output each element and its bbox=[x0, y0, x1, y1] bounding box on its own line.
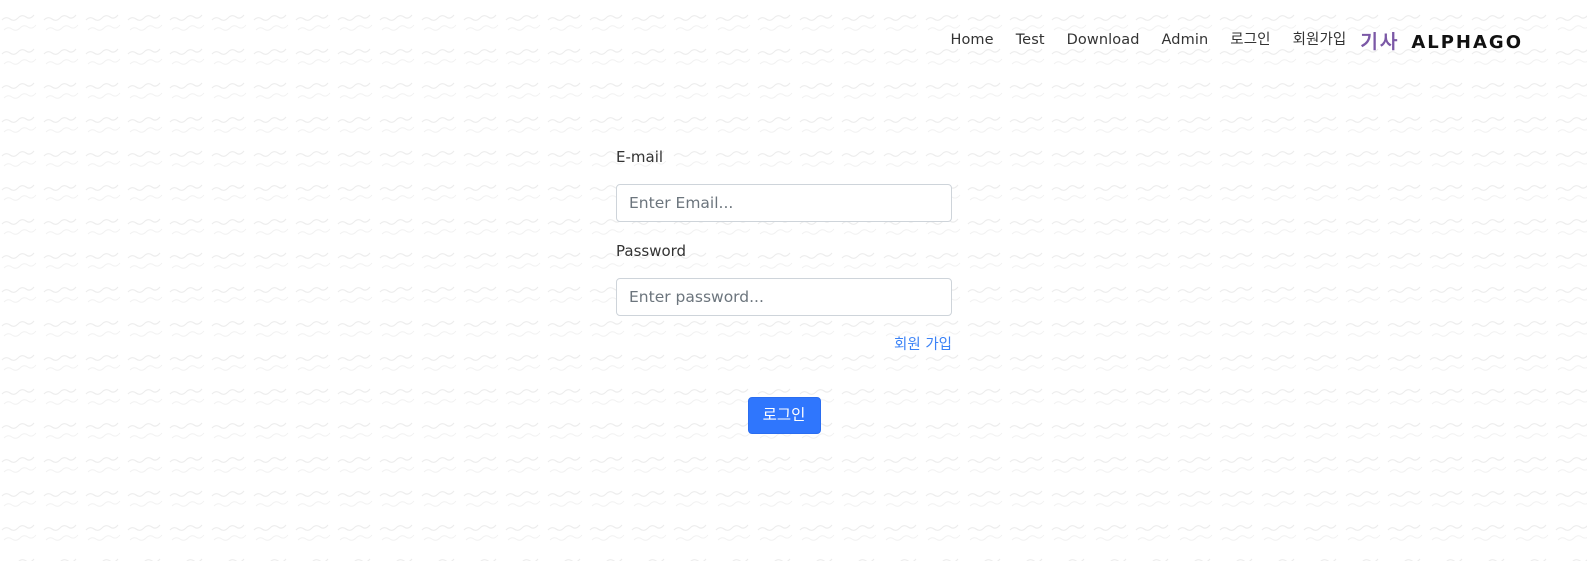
password-label: Password bbox=[616, 242, 687, 260]
nav-admin-link[interactable]: Admin bbox=[1162, 26, 1209, 54]
login-button[interactable]: 로그인 bbox=[747, 397, 821, 434]
login-form: E-mail Password 회원 가입 로그인 bbox=[616, 146, 952, 434]
top-navigation: Home Test Download Admin 로그인 회원가입 기사 ALP… bbox=[950, 26, 1523, 54]
email-input[interactable] bbox=[616, 184, 952, 222]
password-input[interactable] bbox=[616, 278, 952, 316]
email-label: E-mail bbox=[616, 148, 664, 166]
brand-logo[interactable]: 기사 ALPHAGO bbox=[1360, 27, 1523, 54]
nav-signup-link[interactable]: 회원가입 bbox=[1293, 26, 1347, 54]
nav-home-link[interactable]: Home bbox=[950, 26, 993, 54]
login-button-row: 로그인 bbox=[616, 397, 952, 434]
brand-english-text: ALPHAGO bbox=[1411, 31, 1523, 53]
nav-login-link[interactable]: 로그인 bbox=[1230, 26, 1270, 54]
nav-test-link[interactable]: Test bbox=[1016, 26, 1045, 54]
signup-row: 회원 가입 bbox=[616, 333, 952, 353]
signup-link[interactable]: 회원 가입 bbox=[894, 337, 952, 353]
brand-korean-text: 기사 bbox=[1360, 30, 1400, 53]
nav-download-link[interactable]: Download bbox=[1067, 26, 1140, 54]
